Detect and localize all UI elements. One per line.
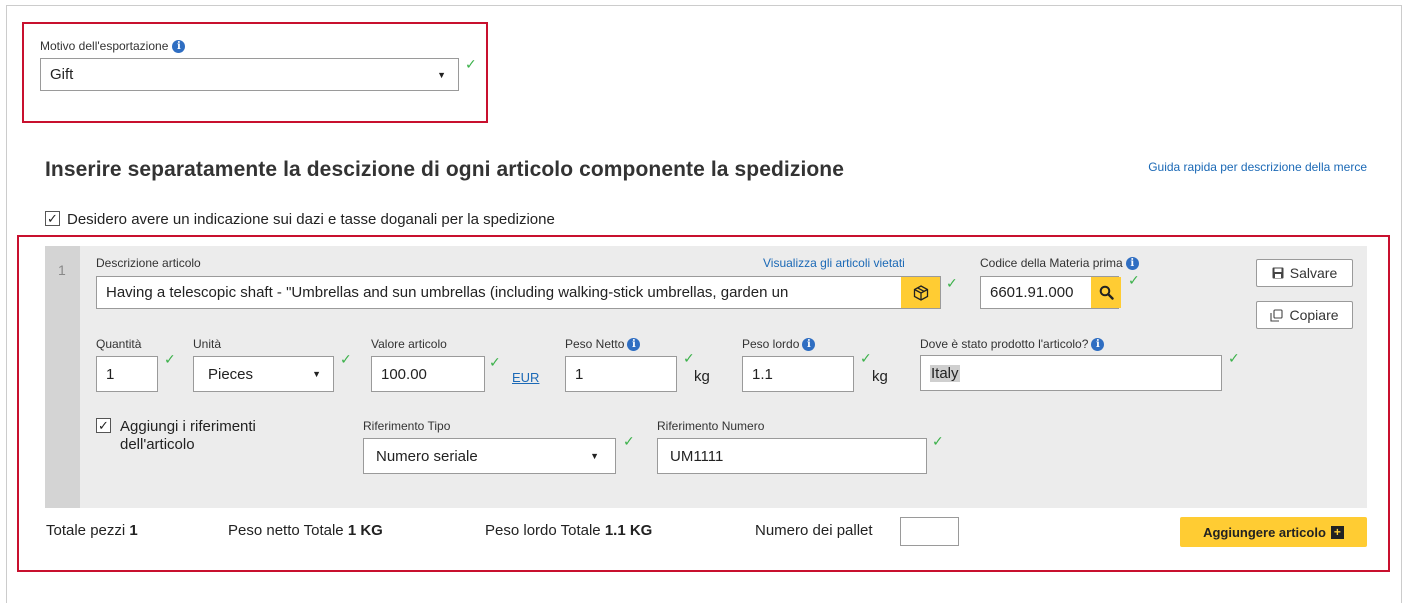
description-input[interactable]: Having a telescopic shaft - "Umbrellas a… (96, 276, 941, 309)
duties-checkbox-label: Desidero avere un indicazione sui dazi e… (67, 211, 555, 228)
section-heading: Inserire separatamente la descizione di … (45, 158, 845, 181)
info-icon[interactable]: i (1091, 337, 1105, 351)
motivo-selected: Gift (50, 66, 74, 83)
valid-check-icon: ✓ (623, 433, 635, 449)
valid-check-icon: ✓ (164, 351, 176, 367)
motivo-label-row: Motivo dell'esportazione i (40, 39, 186, 53)
valid-check-icon: ✓ (946, 275, 958, 291)
item-number-column (45, 246, 80, 508)
pallet-label: Numero dei pallet (755, 522, 873, 539)
valid-check-icon: ✓ (340, 351, 352, 367)
pallet-input[interactable] (900, 517, 959, 546)
info-icon[interactable]: i (172, 39, 186, 53)
description-label: Descrizione articolo (96, 256, 201, 270)
unit-value: Pieces (208, 365, 254, 383)
quantity-value: 1 (106, 365, 115, 383)
package-icon (913, 284, 928, 301)
valid-check-icon: ✓ (932, 433, 944, 449)
valid-check-icon: ✓ (489, 354, 501, 370)
commodity-label: Codice della Materia prima (980, 256, 1123, 270)
caret-down-icon: ▼ (312, 369, 321, 379)
caret-down-icon: ▼ (437, 69, 446, 80)
prohibited-items-link[interactable]: Visualizza gli articoli vietati (763, 256, 905, 270)
ref-type-label: Riferimento Tipo (363, 419, 451, 433)
commodity-label-row: Codice della Materia prima i (980, 256, 1139, 270)
valid-check-icon: ✓ (1228, 350, 1240, 366)
info-icon[interactable]: i (802, 337, 816, 351)
ref-type-select[interactable]: Numero seriale ▼ (363, 438, 616, 474)
net-weight-label-row: Peso Netto i (565, 337, 641, 351)
unit-label: Unità (193, 337, 222, 351)
commodity-value: 6601.91.000 (990, 284, 1074, 301)
references-label-line1: Aggiungi i riferimenti (120, 418, 256, 435)
total-pieces: Totale pezzi 1 (46, 522, 138, 539)
value-input[interactable]: 100.00 (371, 356, 485, 392)
valid-check-icon: ✓ (860, 350, 872, 366)
origin-input[interactable]: Italy (920, 355, 1222, 391)
total-pieces-label: Totale pezzi (46, 522, 126, 539)
total-gross-weight: Peso lordo Totale 1.1 KG (485, 522, 652, 539)
value-value: 100.00 (381, 365, 427, 383)
origin-label: Dove è stato prodotto l'articolo? (920, 337, 1089, 351)
ref-number-input[interactable]: UM1111 (657, 438, 927, 474)
value-label: Valore articolo (371, 337, 447, 351)
quantity-input[interactable]: 1 (96, 356, 158, 392)
search-icon (1099, 285, 1114, 300)
ref-number-value: UM1111 (670, 447, 724, 465)
gross-weight-label: Peso lordo (742, 337, 800, 351)
total-net-weight: Peso netto Totale 1 KG (228, 522, 383, 539)
info-icon[interactable]: i (1125, 256, 1139, 270)
description-value: Having a telescopic shaft - "Umbrellas a… (106, 284, 789, 301)
motivo-label: Motivo dell'esportazione (40, 39, 169, 53)
ref-number-label: Riferimento Numero (657, 419, 765, 433)
info-icon[interactable]: i (627, 337, 641, 351)
add-item-label: Aggiungere articolo (1203, 524, 1326, 540)
motivo-select[interactable]: Gift ▼ (40, 58, 459, 91)
save-icon (1272, 267, 1284, 279)
gross-weight-unit: kg (872, 368, 888, 385)
commodity-search-button[interactable] (1091, 277, 1121, 308)
guide-link[interactable]: Guida rapida per descrizione della merce (1148, 160, 1367, 174)
currency-link[interactable]: EUR (512, 370, 539, 385)
copy-icon (1270, 308, 1284, 322)
net-weight-input[interactable]: 1 (565, 356, 677, 392)
valid-check-icon: ✓ (1128, 272, 1140, 288)
duties-checkbox[interactable]: ✓ (45, 211, 60, 226)
valid-check-icon: ✓ (683, 350, 695, 366)
item-number: 1 (58, 262, 66, 278)
caret-down-icon: ▼ (590, 451, 599, 461)
gross-weight-input[interactable]: 1.1 (742, 356, 854, 392)
net-weight-value: 1 (575, 365, 584, 383)
references-label-line2: dell'articolo (120, 436, 195, 453)
add-item-button[interactable]: Aggiungere articolo + (1180, 517, 1367, 547)
save-button[interactable]: Salvare (1256, 259, 1353, 287)
net-weight-label: Peso Netto (565, 337, 625, 351)
total-net-value: 1 KG (347, 522, 383, 539)
references-checkbox[interactable]: ✓ (96, 418, 111, 433)
quantity-label: Quantità (96, 337, 142, 351)
copy-button[interactable]: Copiare (1256, 301, 1353, 329)
copy-label: Copiare (1289, 307, 1339, 323)
save-label: Salvare (1289, 265, 1338, 281)
total-gross-value: 1.1 KG (604, 522, 653, 539)
valid-check-icon: ✓ (465, 56, 477, 72)
product-lookup-button[interactable] (901, 277, 940, 308)
unit-select[interactable]: Pieces ▼ (193, 356, 334, 392)
ref-type-value: Numero seriale (376, 447, 478, 465)
net-weight-unit: kg (694, 368, 710, 385)
origin-label-row: Dove è stato prodotto l'articolo? i (920, 337, 1105, 351)
plus-icon: + (1330, 525, 1344, 539)
total-gross-label: Peso lordo Totale (485, 522, 601, 539)
total-pieces-value: 1 (129, 522, 138, 539)
gross-weight-value: 1.1 (752, 365, 773, 383)
total-net-label: Peso netto Totale (228, 522, 344, 539)
gross-weight-label-row: Peso lordo i (742, 337, 816, 351)
origin-value: Italy (930, 364, 960, 382)
